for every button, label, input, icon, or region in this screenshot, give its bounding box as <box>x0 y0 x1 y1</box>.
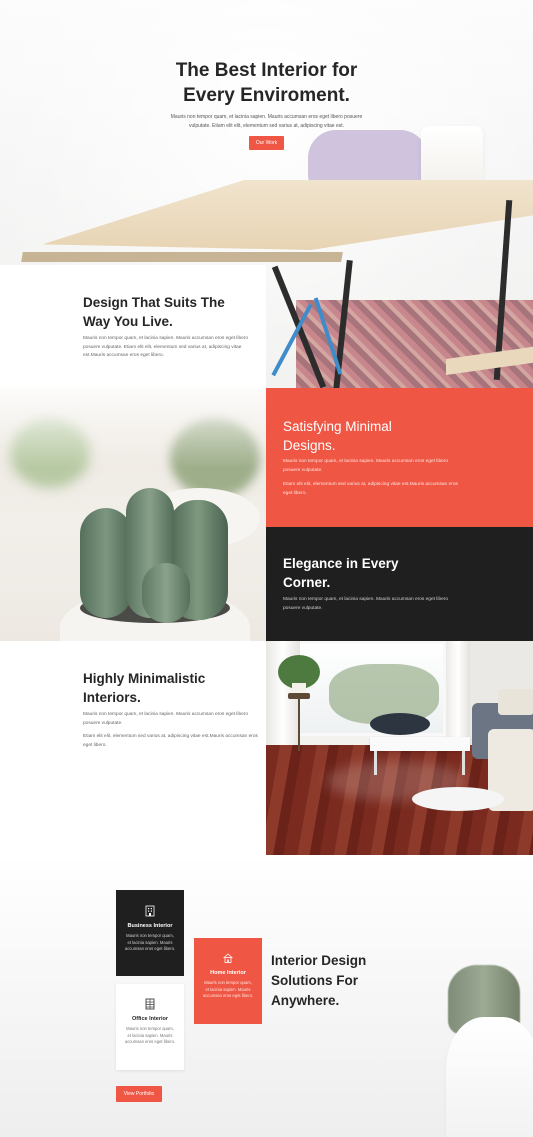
interior-title: Interior Design Solutions For Anywhere. <box>271 951 391 1011</box>
elegance-title-line: Corner. <box>283 575 331 590</box>
hero-title-line: The Best Interior for <box>175 60 358 81</box>
elegance-text: Mauris non tempor quam, et lacinia sapie… <box>283 597 449 611</box>
interior-title-line: Interior Design <box>271 953 367 968</box>
stool-leg <box>298 699 300 751</box>
minimal-title-line: Satisfying Minimal <box>283 419 392 434</box>
coffee-table-leg <box>374 751 377 775</box>
living-room-image <box>266 641 533 855</box>
cactus-stem <box>80 508 132 618</box>
image-fade <box>0 388 266 468</box>
minimal-text: Mauris non tempor quam, et lacinia sapie… <box>283 459 449 473</box>
service-text: Mauris non tempor quam, et lacinia sapie… <box>202 980 254 998</box>
hero-chair-image <box>308 130 428 186</box>
interior-title-line: Anywhere. <box>271 993 340 1008</box>
hero-text: Mauris non tempor quam, et lacinia sapie… <box>170 114 363 129</box>
highly-title: Highly Minimalistic Interiors. <box>83 669 258 707</box>
coffee-table-leg <box>462 751 465 775</box>
service-text: Mauris non tempor quam, et lacinia sapie… <box>124 933 176 951</box>
minimal-title-line: Designs. <box>283 438 336 453</box>
minimal-text: Etiam elit elit, elementum sed varius at… <box>283 482 458 496</box>
cactus-image <box>0 388 266 641</box>
suits-title-line: Design That Suits The <box>83 295 225 310</box>
building-icon <box>145 905 155 917</box>
service-card-home[interactable]: Home Interior Mauris non tempor quam, et… <box>194 938 262 1024</box>
services-section <box>0 855 533 1137</box>
ottoman <box>370 713 430 735</box>
service-text: Mauris non tempor quam, et lacinia sapie… <box>124 1026 176 1044</box>
highly-title-line: Interiors. <box>83 690 141 705</box>
elegance-title: Elegance in Every Corner. <box>283 554 463 592</box>
fur-rug <box>412 787 504 811</box>
interior-title-line: Solutions For <box>271 973 358 988</box>
pillow <box>498 689 533 715</box>
hero-title-line: Every Enviroment. <box>183 85 350 106</box>
highly-text: Etiam elit elit, elementum sed varius at… <box>83 734 258 748</box>
highly-text: Mauris non tempor quam, et lacinia sapie… <box>83 712 249 726</box>
service-title: Home Interior <box>210 970 246 976</box>
service-card-office[interactable]: Office Interior Mauris non tempor quam, … <box>116 984 184 1070</box>
suits-text: Mauris non tempor quam, et lacinia sapie… <box>83 336 249 358</box>
minimal-title: Satisfying Minimal Designs. <box>283 417 463 455</box>
view-portfolio-button[interactable]: View Portfolio <box>116 1086 162 1102</box>
service-title: Business Interior <box>127 923 173 929</box>
elegance-title-line: Elegance in Every <box>283 556 399 571</box>
our-work-button[interactable]: Our Work <box>249 136 284 150</box>
cactus-stem <box>142 563 190 623</box>
office-icon <box>145 998 155 1010</box>
suits-title: Design That Suits The Way You Live. <box>83 293 258 331</box>
coffee-table <box>370 737 470 751</box>
hero-title: The Best Interior for Every Enviroment. <box>0 58 533 108</box>
hero-table-edge <box>21 252 343 262</box>
home-icon <box>223 953 233 963</box>
cactus-pot <box>446 1017 533 1137</box>
service-title: Office Interior <box>131 1016 169 1022</box>
highly-title-line: Highly Minimalistic <box>83 671 206 686</box>
suits-title-line: Way You Live. <box>83 314 173 329</box>
service-card-business[interactable]: Business Interior Mauris non tempor quam… <box>116 890 184 976</box>
